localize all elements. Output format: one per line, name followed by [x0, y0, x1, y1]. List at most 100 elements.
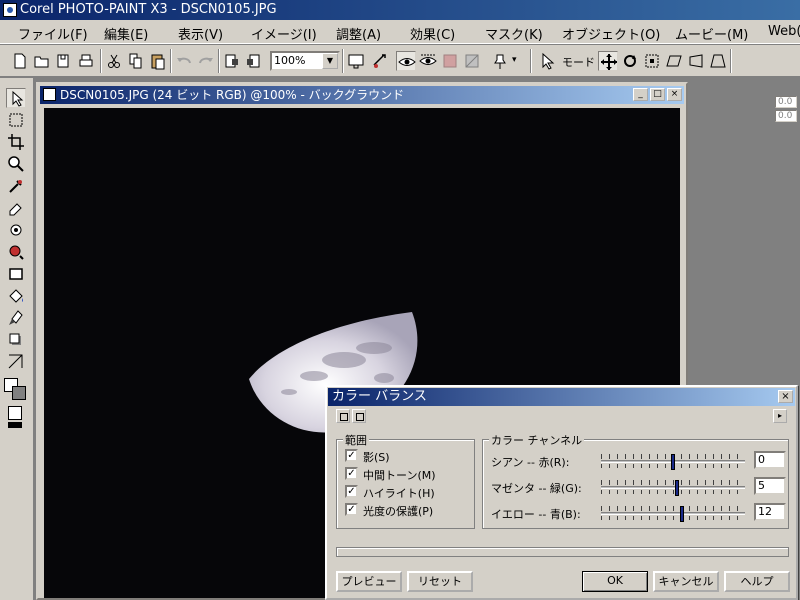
shadows-checkbox[interactable]: ✓: [345, 449, 358, 462]
new-icon[interactable]: [10, 51, 30, 71]
shadow-tool-icon[interactable]: [6, 330, 26, 350]
undo-icon[interactable]: [174, 51, 194, 71]
yellow-blue-value-field[interactable]: 12: [754, 503, 786, 521]
menu-image[interactable]: イメージ(I): [251, 24, 317, 43]
move-icon[interactable]: [598, 51, 618, 71]
chevron-down-icon[interactable]: ▼: [322, 53, 338, 69]
skew-icon[interactable]: [664, 51, 684, 71]
midtones-checkbox[interactable]: ✓: [345, 467, 358, 480]
range-group: 範囲 ✓ 影(S) ✓ 中間トーン(M) ✓ ハイライト(H) ✓ 光度の保護(…: [336, 432, 475, 529]
scale-icon[interactable]: [642, 51, 662, 71]
print-icon[interactable]: [76, 51, 96, 71]
fill-tool-icon[interactable]: [6, 286, 26, 306]
preserve-luminance-label: 光度の保護(P): [363, 505, 434, 518]
highlights-label: ハイライト(H): [363, 487, 435, 500]
perspective-icon[interactable]: [708, 51, 728, 71]
eyedropper-tool-icon[interactable]: [6, 176, 26, 196]
dialog-title-bar[interactable]: カラー バランス ×: [328, 388, 795, 406]
redeye-tool-icon[interactable]: [6, 220, 26, 240]
menu-effects[interactable]: 効果(C): [410, 24, 455, 43]
dual-view-icon[interactable]: [352, 409, 366, 423]
preview-button[interactable]: プレビュー: [336, 571, 402, 592]
mask-overlay-icon[interactable]: [418, 51, 438, 71]
menu-view[interactable]: 表示(V): [178, 24, 223, 43]
clone-tool-icon[interactable]: [6, 242, 26, 262]
mask-marquee-icon[interactable]: [462, 51, 482, 71]
color-channel-group: カラー チャンネル シアン -- 赤(R): 0 マゼンタ -- 緑(G): 5…: [482, 432, 791, 529]
preserve-luminance-checkbox[interactable]: ✓: [345, 503, 358, 516]
cyan-red-value-field[interactable]: 0: [754, 451, 786, 469]
position-x-field[interactable]: 0.0: [775, 96, 797, 108]
zoom-level-select[interactable]: 100% ▼: [270, 51, 340, 71]
mask-tool-icon[interactable]: [6, 110, 26, 130]
menu-web[interactable]: Web(: [768, 24, 800, 39]
menu-movie[interactable]: ムービー(M): [675, 24, 748, 43]
cyan-red-slider[interactable]: [601, 454, 745, 470]
redo-icon[interactable]: [196, 51, 216, 71]
ok-button[interactable]: OK: [582, 571, 648, 592]
close-button[interactable]: ×: [667, 88, 682, 101]
eraser-tool-icon[interactable]: [6, 198, 26, 218]
mode-label: モード: [562, 56, 595, 69]
dialog-close-button[interactable]: ×: [778, 390, 793, 403]
pick-tool-icon[interactable]: [6, 88, 26, 108]
cyan-red-label: シアン -- 赤(R):: [491, 456, 570, 469]
menu-edit[interactable]: 編集(E): [104, 24, 148, 43]
reset-button[interactable]: リセット: [407, 571, 473, 592]
toolbox: [0, 78, 34, 600]
yellow-blue-slider-thumb[interactable]: [679, 506, 684, 522]
brush-tool-icon[interactable]: [6, 308, 26, 328]
cut-icon[interactable]: [104, 51, 124, 71]
cyan-red-slider-thumb[interactable]: [671, 454, 675, 470]
eye-icon[interactable]: [396, 51, 416, 71]
lasso-icon[interactable]: [370, 51, 390, 71]
yellow-blue-slider-row: イエロー -- 青(B): 12: [491, 502, 791, 522]
cancel-button[interactable]: キャンセル: [653, 571, 719, 592]
range-group-label: 範囲: [343, 432, 369, 448]
minimize-button[interactable]: _: [633, 88, 648, 101]
color-swatches[interactable]: [4, 378, 30, 404]
document-title: DSCN0105.JPG (24 ビット RGB) @100% - バックグラウ…: [60, 88, 405, 102]
full-screen-icon[interactable]: [346, 51, 366, 71]
dropdown-arrow-icon[interactable]: ▾: [512, 55, 517, 65]
export-icon[interactable]: [244, 51, 264, 71]
paste-icon[interactable]: [148, 51, 168, 71]
help-button[interactable]: ヘルプ: [724, 571, 790, 592]
save-icon[interactable]: [54, 51, 74, 71]
rectangle-tool-icon[interactable]: [6, 264, 26, 284]
pick-icon[interactable]: [538, 51, 558, 71]
menu-object[interactable]: オブジェクト(O): [562, 24, 660, 43]
open-icon[interactable]: [32, 51, 52, 71]
fill-color-swatch[interactable]: [8, 422, 22, 428]
single-view-icon[interactable]: [336, 409, 350, 423]
corel-app-icon[interactable]: [3, 3, 17, 17]
crop-tool-icon[interactable]: [6, 132, 26, 152]
position-y-field[interactable]: 0.0: [775, 110, 797, 122]
paper-color-swatch[interactable]: [8, 406, 22, 420]
magenta-green-slider-thumb[interactable]: [674, 480, 679, 496]
document-icon[interactable]: [43, 88, 56, 101]
zoom-tool-icon[interactable]: [6, 154, 26, 174]
highlights-checkbox[interactable]: ✓: [345, 485, 358, 498]
import-icon[interactable]: [222, 51, 242, 71]
effect-tool-icon[interactable]: [6, 352, 26, 372]
menu-mask[interactable]: マスク(K): [485, 24, 543, 43]
distort-icon[interactable]: [686, 51, 706, 71]
pin-icon[interactable]: [490, 51, 510, 71]
magenta-green-slider[interactable]: [601, 480, 745, 496]
rotate-icon[interactable]: [620, 51, 640, 71]
yellow-blue-label: イエロー -- 青(B):: [491, 508, 581, 521]
document-title-bar[interactable]: DSCN0105.JPG (24 ビット RGB) @100% - バックグラウ…: [40, 86, 684, 104]
menu-bar: ファイル(F) 編集(E) 表示(V) イメージ(I) 調整(A) 効果(C) …: [0, 20, 800, 44]
copy-icon[interactable]: [126, 51, 146, 71]
menu-file[interactable]: ファイル(F): [18, 24, 88, 43]
magenta-green-value-field[interactable]: 5: [754, 477, 786, 495]
app-title-bar[interactable]: Corel PHOTO-PAINT X3 - DSCN0105.JPG: [0, 0, 800, 20]
yellow-blue-slider[interactable]: [601, 506, 745, 522]
maximize-button[interactable]: □: [650, 88, 665, 101]
standard-toolbar: 100% ▼ ▾ モード 0.0 0.0: [0, 45, 800, 122]
dialog-menu-arrow-icon[interactable]: ▸: [773, 409, 787, 423]
midtones-label: 中間トーン(M): [363, 469, 436, 482]
mask-icon[interactable]: [440, 51, 460, 71]
menu-adjust[interactable]: 調整(A): [336, 24, 381, 43]
